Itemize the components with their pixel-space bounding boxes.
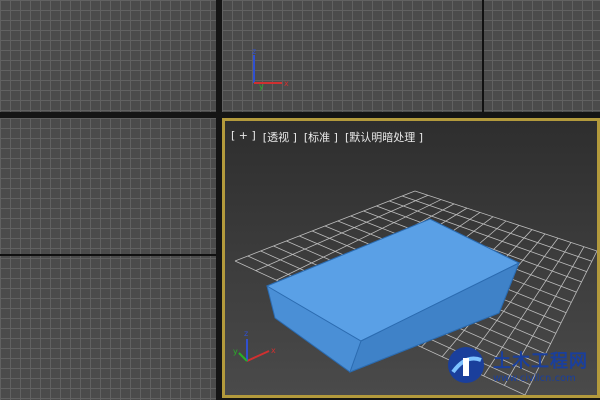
world-axis-vertical (482, 0, 484, 112)
axis-gizmo-front: z x y (252, 47, 289, 91)
watermark: 土木工程网 www.civilcn.com (445, 338, 595, 392)
gizmo-z-label: z (252, 47, 256, 56)
gizmo-z-label-p: z (244, 329, 248, 338)
gizmo-y-label-p: y (233, 347, 238, 356)
world-axis-horizontal (0, 254, 216, 256)
gizmo-x-label: x (284, 79, 289, 88)
gizmo-x-label-p: x (271, 346, 276, 355)
watermark-logo-icon (448, 347, 484, 383)
viewport-left[interactable] (0, 118, 216, 400)
gizmo-y-label: y (259, 82, 264, 91)
viewport-front[interactable]: z x y (222, 0, 600, 112)
viewport-top[interactable] (0, 0, 216, 112)
axis-gizmo-perspective: z x y (233, 329, 276, 362)
watermark-title: 土木工程网 (493, 350, 588, 372)
watermark-url: www.civilcn.com (493, 372, 576, 384)
